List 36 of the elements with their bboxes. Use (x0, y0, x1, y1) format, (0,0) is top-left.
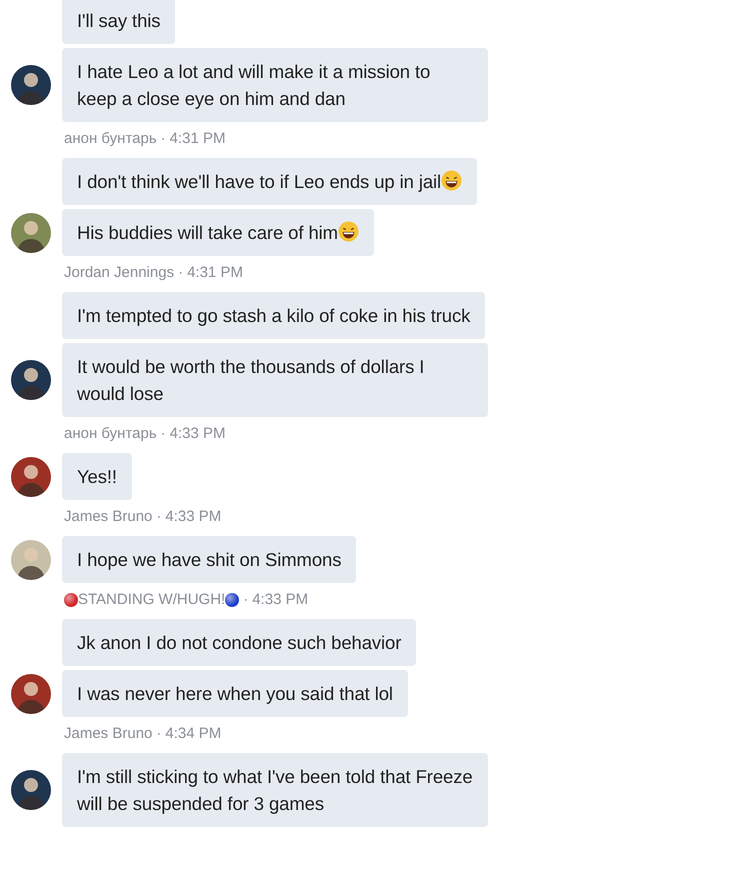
message-time: 4:33 PM (165, 508, 222, 525)
avatar[interactable] (11, 540, 51, 580)
avatar[interactable] (11, 456, 51, 496)
separator-dot: · (156, 725, 162, 742)
message-time: 4:31 PM (170, 130, 226, 147)
avatar[interactable] (11, 360, 51, 400)
message-time: 4:33 PM (170, 425, 226, 442)
message-bubble: I hate Leo a lot and will make it a mission to keep a close eye on him and dan (62, 48, 488, 122)
message-bubble: I hope we have shit on Simmons (62, 536, 356, 583)
message-time: 4:34 PM (165, 725, 222, 742)
message-bubble: I'm still sticking to what I've been told that Freeze will be suspended for 3 games (62, 753, 488, 827)
message-bubble: I don't think we'll have to if Leo ends up in jail (62, 158, 478, 205)
message-time: 4:33 PM (252, 591, 308, 608)
avatar[interactable] (11, 212, 51, 252)
message-bubble: I'll say this (62, 0, 176, 44)
separator-dot: · (243, 591, 248, 608)
message-bubble: It would be worth the thousands of dollars I would lose (62, 343, 488, 417)
sender-name: анон бунтарь (64, 130, 157, 147)
avatar[interactable] (11, 770, 51, 810)
message-bubble: His buddies will take care of him (62, 209, 374, 256)
message-bubble: Yes!! (62, 453, 132, 500)
sender-name: Jordan Jennings (64, 264, 174, 281)
sender-name: James Bruno (64, 725, 152, 742)
message-bubble: Jk anon I do not condone such behavior (62, 619, 416, 666)
separator-dot: · (178, 264, 184, 281)
message-bubble: I was never here when you said that lol (62, 670, 408, 717)
separator-dot: · (160, 425, 166, 442)
avatar[interactable] (11, 65, 51, 105)
separator-dot: · (156, 508, 162, 525)
message-time: 4:31 PM (187, 264, 243, 281)
sender-name: James Bruno (64, 508, 152, 525)
avatar[interactable] (11, 674, 51, 714)
sender-name: STANDING W/HUGH! (78, 591, 226, 608)
separator-dot: · (160, 130, 166, 147)
sender-name: анон бунтарь (64, 425, 157, 442)
message-bubble: I'm tempted to go stash a kilo of coke in his truck (62, 292, 486, 339)
